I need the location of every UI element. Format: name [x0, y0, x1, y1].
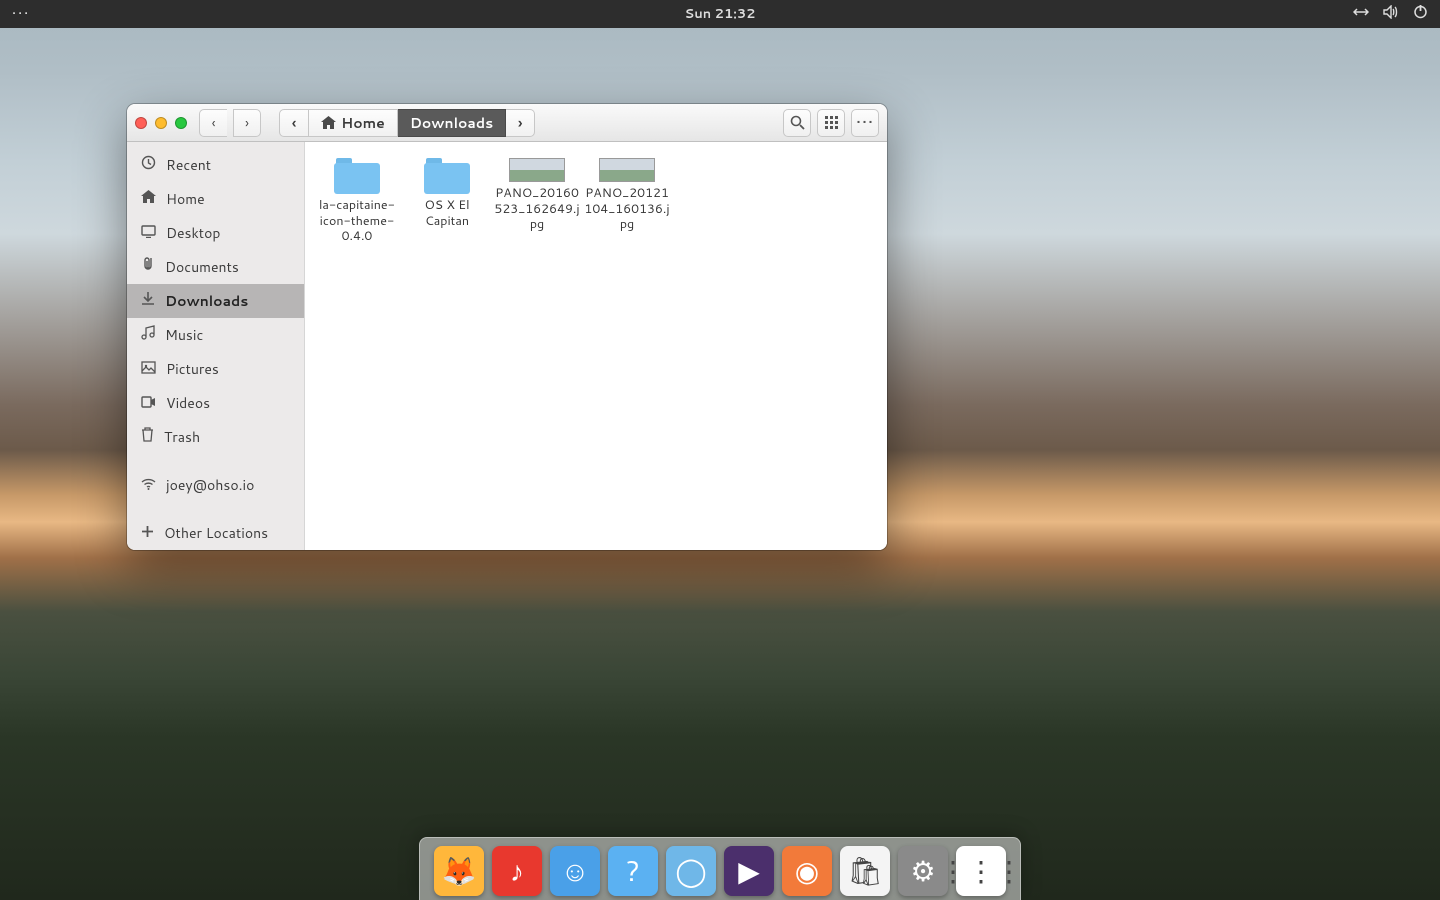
picture-icon	[141, 359, 156, 379]
wifi-icon	[141, 475, 156, 495]
dock-screenshot-icon[interactable]: ◉	[782, 846, 832, 896]
path-current-label: Downloads	[410, 113, 493, 133]
sidebar-item-pictures[interactable]: Pictures	[127, 352, 304, 386]
view-mode-button[interactable]	[817, 109, 845, 137]
folder-icon	[334, 158, 380, 194]
dock-videos-icon[interactable]: ▶	[724, 846, 774, 896]
file-item[interactable]: OS X El Capitan	[403, 156, 491, 255]
sidebar: Recent Home Desktop Documents Downloads Music…	[127, 142, 305, 550]
file-label: OS X El Capitan	[403, 198, 491, 229]
nav-forward-button[interactable]: ›	[233, 109, 261, 137]
sidebar-item-desktop[interactable]: Desktop	[127, 216, 304, 250]
image-thumbnail	[509, 158, 565, 182]
dock-software-icon[interactable]: 🛍	[840, 846, 890, 896]
sidebar-item-label: Documents	[165, 257, 239, 277]
file-item[interactable]: la-capitaine-icon-theme-0.4.0	[313, 156, 401, 255]
titlebar[interactable]: ‹ › ‹ Home Downloads › •••	[127, 104, 887, 142]
clock[interactable]: Sun 21:32	[685, 5, 756, 23]
search-button[interactable]	[783, 109, 811, 137]
window-controls	[135, 117, 187, 129]
activities-dots-icon[interactable]: •••	[12, 5, 30, 23]
minimize-button[interactable]	[155, 117, 167, 129]
menu-icon: •••	[856, 111, 874, 134]
dock-chromium-icon[interactable]: ◯	[666, 846, 716, 896]
display-icon	[141, 223, 156, 243]
sidebar-item-label: Desktop	[166, 223, 220, 243]
down-icon	[141, 291, 155, 311]
grid-icon	[824, 115, 839, 130]
clip-icon	[141, 257, 155, 277]
sidebar-item-label: Trash	[164, 427, 200, 447]
dock-firefox-icon[interactable]: 🦊	[434, 846, 484, 896]
network-icon[interactable]	[1353, 5, 1369, 23]
file-label: la-capitaine-icon-theme-0.4.0	[313, 198, 401, 245]
path-segment-home[interactable]: Home	[309, 109, 398, 137]
sidebar-item-label: Pictures	[166, 359, 219, 379]
path-segment-current[interactable]: Downloads	[398, 109, 506, 137]
volume-icon[interactable]	[1383, 5, 1399, 24]
dock: 🦊♪☺?◯▶◉🛍⚙⋮⋮⋮	[419, 837, 1021, 900]
dock-rhythmbox-icon[interactable]: ♪	[492, 846, 542, 896]
sidebar-item-recent[interactable]: Recent	[127, 148, 304, 182]
home-icon	[141, 189, 156, 209]
close-button[interactable]	[135, 117, 147, 129]
sidebar-item-documents[interactable]: Documents	[127, 250, 304, 284]
file-grid[interactable]: la-capitaine-icon-theme-0.4.0OS X El Cap…	[305, 142, 887, 550]
sidebar-item-music[interactable]: Music	[127, 318, 304, 352]
clock-icon	[141, 155, 156, 175]
trash-icon	[141, 427, 154, 447]
sidebar-item-trash[interactable]: Trash	[127, 420, 304, 454]
folder-icon	[424, 158, 470, 194]
path-prev-button[interactable]: ‹	[279, 109, 309, 137]
file-label: PANO_20121104_160136.jpg	[583, 186, 671, 233]
dock-help-icon[interactable]: ?	[608, 846, 658, 896]
file-label: PANO_20160523_162649.jpg	[493, 186, 581, 233]
home-icon	[321, 116, 336, 129]
hamburger-menu-button[interactable]: •••	[851, 109, 879, 137]
video-icon	[141, 393, 156, 413]
file-manager-window: ‹ › ‹ Home Downloads › •••	[127, 104, 887, 550]
file-item[interactable]: PANO_20121104_160136.jpg	[583, 156, 671, 255]
sidebar-item-label: Home	[166, 189, 205, 209]
power-icon[interactable]	[1413, 4, 1428, 24]
sidebar-item-label: Other Locations	[164, 523, 268, 543]
sidebar-item-label: Music	[165, 325, 203, 345]
maximize-button[interactable]	[175, 117, 187, 129]
file-item[interactable]: PANO_20160523_162649.jpg	[493, 156, 581, 255]
path-bar: ‹ Home Downloads ›	[279, 109, 535, 137]
image-thumbnail	[599, 158, 655, 182]
sidebar-item-label: Recent	[166, 155, 211, 175]
sidebar-item-other-locations[interactable]: Other Locations	[127, 516, 304, 550]
sidebar-item-label: Videos	[166, 393, 210, 413]
sidebar-item-label: Downloads	[165, 291, 248, 311]
top-panel: ••• Sun 21:32	[0, 0, 1440, 28]
sidebar-item-joey-ohso-io[interactable]: joey@ohso.io	[127, 468, 304, 502]
sidebar-item-label: joey@ohso.io	[166, 475, 254, 495]
sidebar-item-videos[interactable]: Videos	[127, 386, 304, 420]
sidebar-item-home[interactable]: Home	[127, 182, 304, 216]
nav-back-button[interactable]: ‹	[199, 109, 227, 137]
dock-apps-icon[interactable]: ⋮⋮⋮	[956, 846, 1006, 896]
sidebar-item-downloads[interactable]: Downloads	[127, 284, 304, 318]
search-icon	[790, 115, 805, 130]
plus-icon	[141, 523, 154, 543]
path-next-button[interactable]: ›	[506, 109, 535, 137]
music-icon	[141, 325, 155, 345]
path-home-label: Home	[341, 113, 385, 133]
dock-files-icon[interactable]: ☺	[550, 846, 600, 896]
